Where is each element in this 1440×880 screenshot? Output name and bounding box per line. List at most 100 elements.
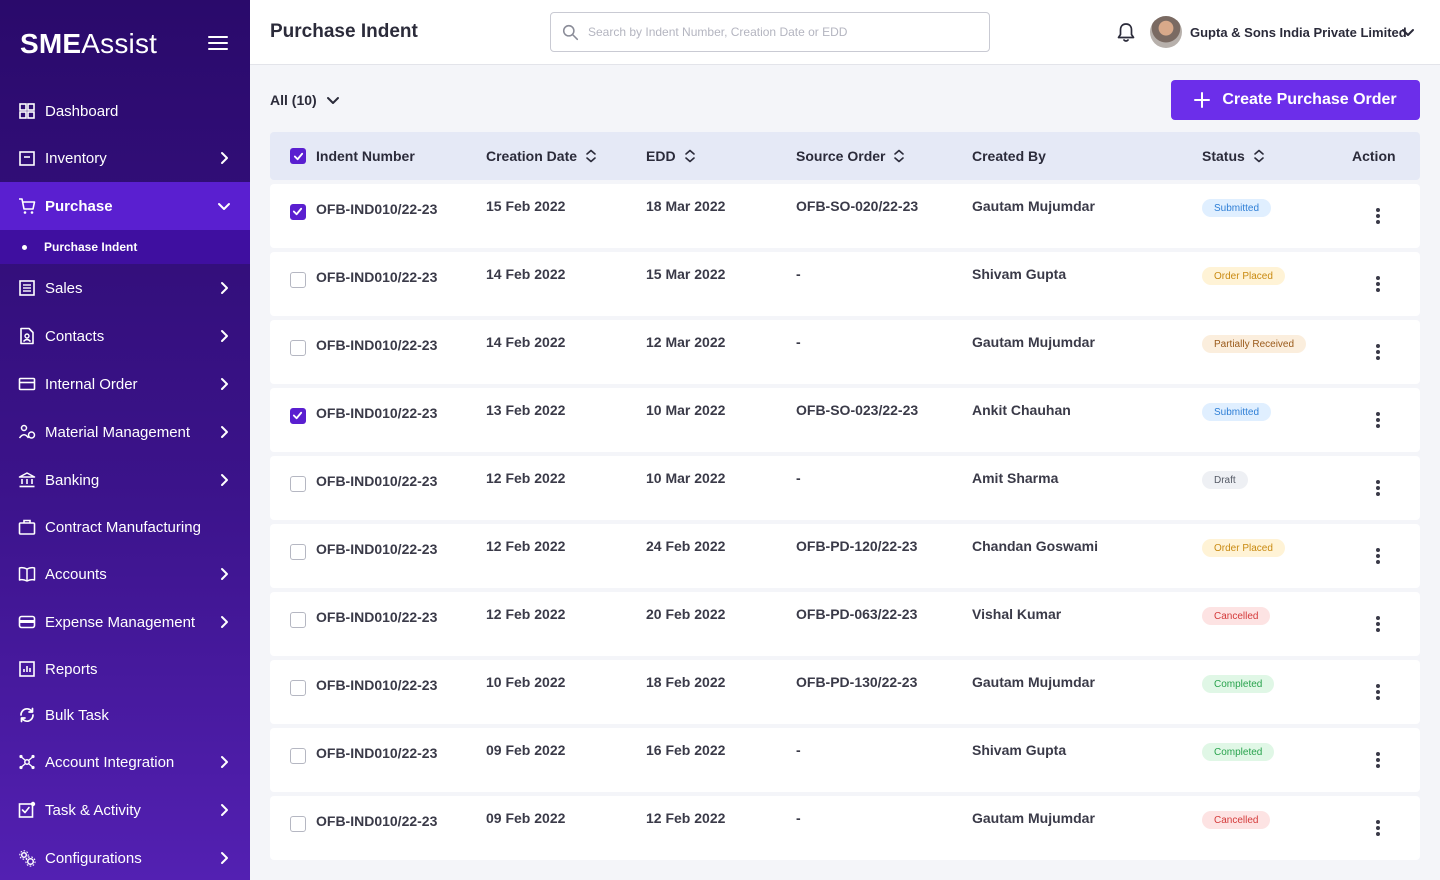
cell-indent-number[interactable]: OFB-IND010/22-23 <box>316 745 437 761</box>
sidebar-item-label: Dashboard <box>45 102 119 120</box>
sort-icon[interactable] <box>893 149 905 163</box>
check-icon <box>292 207 303 216</box>
sidebar-item-reports[interactable]: Reports <box>0 649 250 689</box>
table-row[interactable]: OFB-IND010/22-23 14 Feb 2022 15 Mar 2022 - S… <box>270 252 1420 316</box>
chevron-down-icon[interactable] <box>216 198 232 214</box>
row-checkbox[interactable] <box>290 612 306 628</box>
sidebar-item-bulk-task[interactable]: Bulk Task <box>0 695 250 735</box>
cell-source-order: OFB-SO-023/22-23 <box>796 402 919 418</box>
column-header-source-order[interactable]: Source Order <box>796 148 905 164</box>
row-checkbox[interactable] <box>290 748 306 764</box>
column-header-status[interactable]: Status <box>1202 148 1265 164</box>
chevron-right-icon[interactable] <box>216 376 232 392</box>
table-row[interactable]: OFB-IND010/22-23 12 Feb 2022 20 Feb 2022 OF… <box>270 592 1420 656</box>
table-row[interactable]: OFB-IND010/22-23 09 Feb 2022 12 Feb 2022 - G… <box>270 796 1420 860</box>
sidebar-item-contacts[interactable]: Contacts <box>0 316 250 356</box>
status-badge: Completed <box>1202 743 1275 761</box>
table-row[interactable]: OFB-IND010/22-23 15 Feb 2022 18 Mar 2022 OF… <box>270 184 1420 248</box>
more-options-icon[interactable] <box>1376 820 1380 836</box>
cell-indent-number[interactable]: OFB-IND010/22-23 <box>316 609 437 625</box>
app-logo[interactable]: SMEAssist <box>20 28 157 60</box>
cell-indent-number[interactable]: OFB-IND010/22-23 <box>316 677 437 693</box>
column-header-creation-date[interactable]: Creation Date <box>486 148 597 164</box>
sidebar-item-purchase[interactable]: Purchase <box>0 182 250 230</box>
more-options-icon[interactable] <box>1376 276 1380 292</box>
chevron-right-icon[interactable] <box>216 614 232 630</box>
bullet-icon <box>22 244 27 250</box>
chevron-right-icon[interactable] <box>216 328 232 344</box>
column-header-action: Action <box>1352 148 1396 164</box>
status-badge: Order Placed <box>1202 267 1285 285</box>
sidebar-item-internal-order[interactable]: Internal Order <box>0 364 250 404</box>
sidebar-item-label: Banking <box>45 471 100 489</box>
row-checkbox[interactable] <box>290 204 306 220</box>
cell-indent-number[interactable]: OFB-IND010/22-23 <box>316 813 437 829</box>
chevron-right-icon[interactable] <box>216 150 232 166</box>
sidebar-item-material-management[interactable]: Material Management <box>0 412 250 452</box>
search-box[interactable] <box>550 12 990 52</box>
status-filter-dropdown[interactable]: All (10) <box>270 92 341 108</box>
sidebar-item-dashboard[interactable]: Dashboard <box>0 91 250 131</box>
briefcase-icon <box>18 518 36 536</box>
sidebar-item-configurations[interactable]: Configurations <box>0 838 250 878</box>
row-checkbox[interactable] <box>290 476 306 492</box>
select-all-checkbox[interactable] <box>290 148 306 164</box>
more-options-icon[interactable] <box>1376 752 1380 768</box>
chevron-down-icon[interactable] <box>1400 24 1416 40</box>
chevron-right-icon[interactable] <box>216 566 232 582</box>
chevron-down-icon <box>326 97 339 104</box>
more-options-icon[interactable] <box>1376 412 1380 428</box>
cell-indent-number[interactable]: OFB-IND010/22-23 <box>316 405 437 421</box>
table-row[interactable]: OFB-IND010/22-23 12 Feb 2022 24 Feb 2022 OF… <box>270 524 1420 588</box>
cell-indent-number[interactable]: OFB-IND010/22-23 <box>316 269 437 285</box>
chevron-right-icon[interactable] <box>216 850 232 866</box>
table-row[interactable]: OFB-IND010/22-23 10 Feb 2022 18 Feb 2022 OF… <box>270 660 1420 724</box>
table-row[interactable]: OFB-IND010/22-23 14 Feb 2022 12 Mar 2022 - G… <box>270 320 1420 384</box>
cell-indent-number[interactable]: OFB-IND010/22-23 <box>316 541 437 557</box>
chevron-right-icon[interactable] <box>216 472 232 488</box>
company-name[interactable]: Gupta & Sons India Private Limited <box>1190 25 1407 40</box>
notification-bell-icon[interactable] <box>1116 22 1136 43</box>
row-checkbox[interactable] <box>290 544 306 560</box>
row-checkbox[interactable] <box>290 272 306 288</box>
create-purchase-order-button[interactable]: Create Purchase Order <box>1171 80 1420 120</box>
more-options-icon[interactable] <box>1376 344 1380 360</box>
chevron-right-icon[interactable] <box>216 424 232 440</box>
search-input[interactable] <box>588 22 978 42</box>
table-row[interactable]: OFB-IND010/22-23 09 Feb 2022 16 Feb 2022 - S… <box>270 728 1420 792</box>
more-options-icon[interactable] <box>1376 616 1380 632</box>
chevron-right-icon[interactable] <box>216 754 232 770</box>
sidebar-item-inventory[interactable]: Inventory <box>0 138 250 178</box>
row-checkbox[interactable] <box>290 680 306 696</box>
user-avatar[interactable] <box>1150 16 1182 48</box>
column-header-edd[interactable]: EDD <box>646 148 696 164</box>
sidebar-item-contract-manufacturing[interactable]: Contract Manufacturing <box>0 507 250 547</box>
more-options-icon[interactable] <box>1376 684 1380 700</box>
cell-indent-number[interactable]: OFB-IND010/22-23 <box>316 337 437 353</box>
sort-icon[interactable] <box>684 149 696 163</box>
sidebar-item-banking[interactable]: Banking <box>0 460 250 500</box>
sort-icon[interactable] <box>585 149 597 163</box>
row-checkbox[interactable] <box>290 408 306 424</box>
cell-indent-number[interactable]: OFB-IND010/22-23 <box>316 201 437 217</box>
sidebar-subitem-purchase-indent[interactable]: Purchase Indent <box>0 230 250 264</box>
sidebar-item-account-integration[interactable]: Account Integration <box>0 742 250 782</box>
more-options-icon[interactable] <box>1376 208 1380 224</box>
more-options-icon[interactable] <box>1376 548 1380 564</box>
row-checkbox[interactable] <box>290 340 306 356</box>
chevron-right-icon[interactable] <box>216 802 232 818</box>
row-checkbox[interactable] <box>290 816 306 832</box>
table-row[interactable]: OFB-IND010/22-23 12 Feb 2022 10 Mar 2022 - A… <box>270 456 1420 520</box>
sort-icon[interactable] <box>1253 149 1265 163</box>
cell-created-by: Ankit Chauhan <box>972 402 1071 418</box>
cell-indent-number[interactable]: OFB-IND010/22-23 <box>316 473 437 489</box>
more-options-icon[interactable] <box>1376 480 1380 496</box>
table-row[interactable]: OFB-IND010/22-23 13 Feb 2022 10 Mar 2022 OF… <box>270 388 1420 452</box>
cart-icon <box>18 197 36 215</box>
chevron-right-icon[interactable] <box>216 280 232 296</box>
sidebar-item-accounts[interactable]: Accounts <box>0 554 250 594</box>
menu-toggle-icon[interactable] <box>208 36 228 51</box>
sidebar-item-task-activity[interactable]: Task & Activity <box>0 790 250 830</box>
sidebar-item-sales[interactable]: Sales <box>0 268 250 308</box>
sidebar-item-expense-management[interactable]: Expense Management <box>0 602 250 642</box>
